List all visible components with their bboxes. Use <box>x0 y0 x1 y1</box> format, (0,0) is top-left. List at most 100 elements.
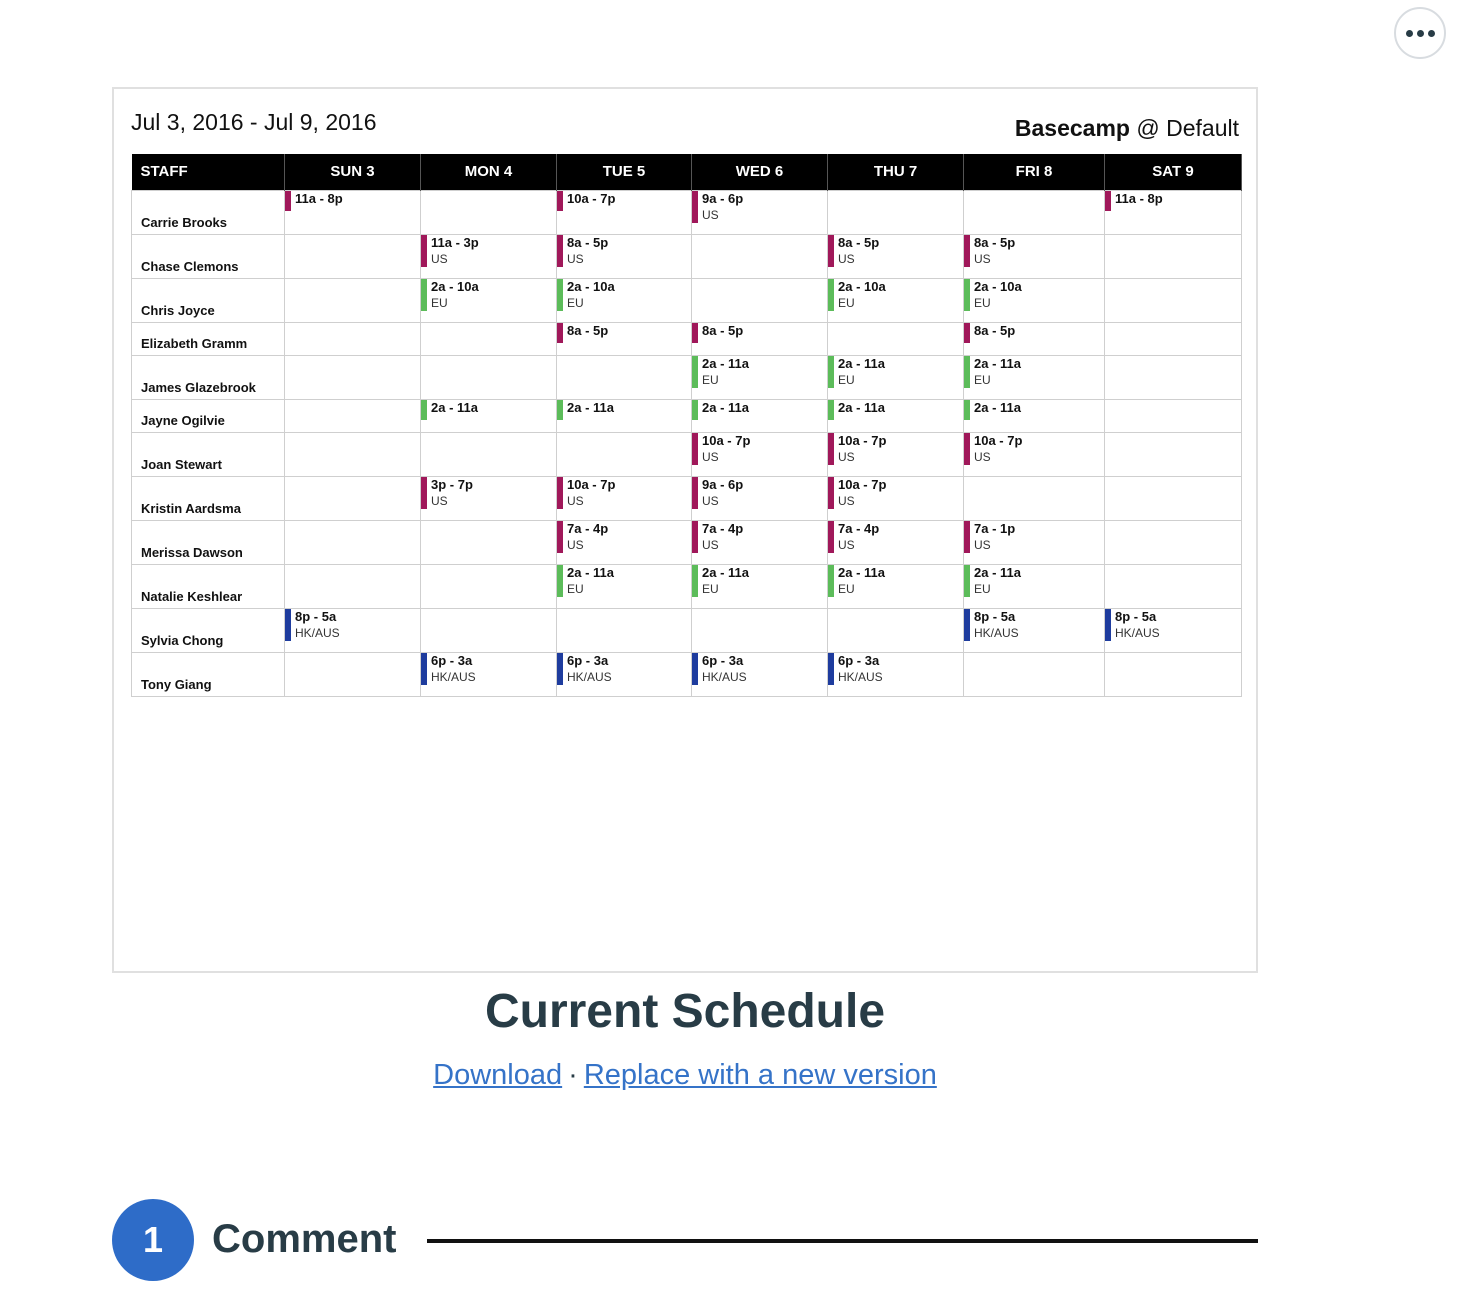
shift-block: 2a - 11a <box>828 399 963 420</box>
shift-region: US <box>567 251 584 266</box>
schedule-cell: 8a - 5p US <box>556 233 692 279</box>
schedule-cell: 7a - 1p US <box>963 519 1105 565</box>
schedule-cell <box>827 607 964 653</box>
column-header-day: FRI 8 <box>963 154 1105 190</box>
shift-time: 2a - 11a <box>974 399 1021 415</box>
schedule-cell: 11a - 8p <box>284 189 421 235</box>
shift-time: 2a - 11a <box>567 564 614 580</box>
schedule-cell <box>420 563 557 609</box>
schedule-preview-image[interactable]: Jul 3, 2016 - Jul 9, 2016 Basecamp @ Def… <box>112 87 1258 973</box>
shift-time: 8p - 5a <box>1115 608 1157 624</box>
shift-block: 2a - 11a <box>557 399 691 420</box>
shift-region: US <box>431 493 448 508</box>
schedule-cell: 2a - 10a EU <box>827 277 964 323</box>
shift-block: 2a - 10a EU <box>557 278 691 311</box>
ellipsis-icon <box>1416 29 1424 37</box>
schedule-cell: 8a - 5p <box>691 321 828 356</box>
schedule-cell <box>420 354 557 400</box>
schedule-cell <box>420 607 557 653</box>
schedule-cell <box>691 607 828 653</box>
shift-time: 8a - 5p <box>838 234 880 250</box>
shift-region: US <box>431 251 448 266</box>
schedule-row: James Glazebrook 2a - 11a EU 2a - 11a EU 2a -… <box>131 354 1242 400</box>
shift-region: HK/AUS <box>838 669 883 684</box>
shift-time: 8p - 5a <box>295 608 337 624</box>
schedule-cell <box>556 354 692 400</box>
schedule-cell: 6p - 3a HK/AUS <box>556 651 692 697</box>
shift-time: 3p - 7p <box>431 476 473 492</box>
schedule-cell: 10a - 7p US <box>556 475 692 521</box>
schedule-cell: 10a - 7p US <box>827 431 964 477</box>
shift-region: EU <box>702 372 719 387</box>
schedule-cell <box>284 431 421 477</box>
shift-time: 10a - 7p <box>567 190 616 206</box>
shift-block: 8a - 5p <box>964 322 1104 343</box>
schedule-cell: 10a - 7p US <box>827 475 964 521</box>
shift-time: 2a - 10a <box>567 278 615 294</box>
schedule-cell <box>420 519 557 565</box>
shift-block: 6p - 3a HK/AUS <box>828 652 963 685</box>
shift-block: 7a - 4p US <box>692 520 827 553</box>
schedule-cell <box>1104 398 1242 433</box>
shift-block: 2a - 10a EU <box>828 278 963 311</box>
schedule-cell: 9a - 6p US <box>691 189 828 235</box>
download-link[interactable]: Download <box>433 1059 562 1091</box>
schedule-cell: 10a - 7p US <box>691 431 828 477</box>
shift-block: 11a - 8p <box>285 190 420 211</box>
shift-block: 10a - 7p US <box>964 432 1104 465</box>
shift-block: 8a - 5p US <box>964 234 1104 267</box>
shift-time: 6p - 3a <box>838 652 880 668</box>
shift-time: 8p - 5a <box>974 608 1016 624</box>
shift-region: HK/AUS <box>295 625 340 640</box>
schedule-cell <box>691 233 828 279</box>
schedule-cell: 6p - 3a HK/AUS <box>420 651 557 697</box>
schedule-table: STAFF SUN 3 MON 4 TUE 5 WED 6 THU 7 FRI 8 SAT 9… <box>131 154 1242 697</box>
shift-time: 2a - 11a <box>838 355 885 371</box>
schedule-row: Sylvia Chong 8p - 5a HK/AUS 8p - 5a HK/AUS 8p… <box>131 607 1242 653</box>
schedule-cell: 9a - 6p US <box>691 475 828 521</box>
shift-block: 2a - 11a EU <box>964 355 1104 388</box>
schedule-cell: 8a - 5p US <box>963 233 1105 279</box>
schedule-row: Chris Joyce 2a - 10a EU 2a - 10a EU 2a - 10a E… <box>131 277 1242 323</box>
schedule-cell <box>1104 321 1242 356</box>
schedule-cell <box>284 321 421 356</box>
shift-time: 11a - 8p <box>295 190 343 206</box>
schedule-cell <box>420 189 557 235</box>
shift-time: 2a - 11a <box>567 399 614 415</box>
shift-block: 2a - 10a EU <box>964 278 1104 311</box>
schedule-cell: 2a - 11a EU <box>691 563 828 609</box>
more-options-button[interactable] <box>1394 7 1446 59</box>
schedule-row: Natalie Keshlear 2a - 11a EU 2a - 11a EU 2a -… <box>131 563 1242 609</box>
schedule-cell <box>284 563 421 609</box>
ellipsis-icon <box>1405 29 1413 37</box>
replace-version-link[interactable]: Replace with a new version <box>584 1059 937 1091</box>
shift-time: 2a - 10a <box>838 278 886 294</box>
shift-region: EU <box>702 581 719 596</box>
shift-region: US <box>838 493 855 508</box>
shift-region: US <box>702 207 719 222</box>
schedule-cell <box>827 189 964 235</box>
shift-time: 2a - 11a <box>838 564 885 580</box>
shift-block: 2a - 11a EU <box>828 355 963 388</box>
schedule-cell: 2a - 11a EU <box>827 563 964 609</box>
shift-block: 2a - 11a EU <box>828 564 963 597</box>
shift-block: 7a - 1p US <box>964 520 1104 553</box>
shift-block: 2a - 11a <box>421 399 556 420</box>
column-header-day: MON 4 <box>420 154 557 190</box>
schedule-row: Chase Clemons 11a - 3p US 8a - 5p US 8a - 5p U… <box>131 233 1242 279</box>
shift-block: 8a - 5p <box>557 322 691 343</box>
shift-region: US <box>974 537 991 552</box>
shift-block: 10a - 7p US <box>828 432 963 465</box>
staff-name: Sylvia Chong <box>131 607 285 653</box>
schedule-cell: 2a - 11a EU <box>827 354 964 400</box>
schedule-cell <box>420 321 557 356</box>
column-header-day: THU 7 <box>827 154 964 190</box>
shift-region: HK/AUS <box>431 669 476 684</box>
schedule-cell <box>1104 431 1242 477</box>
shift-time: 2a - 11a <box>838 399 885 415</box>
shift-block: 6p - 3a HK/AUS <box>421 652 556 685</box>
shift-block: 9a - 6p US <box>692 190 827 223</box>
schedule-cell: 2a - 11a EU <box>556 563 692 609</box>
column-header-day: SAT 9 <box>1104 154 1242 190</box>
schedule-row: Tony Giang 6p - 3a HK/AUS 6p - 3a HK/AUS 6p -… <box>131 651 1242 697</box>
